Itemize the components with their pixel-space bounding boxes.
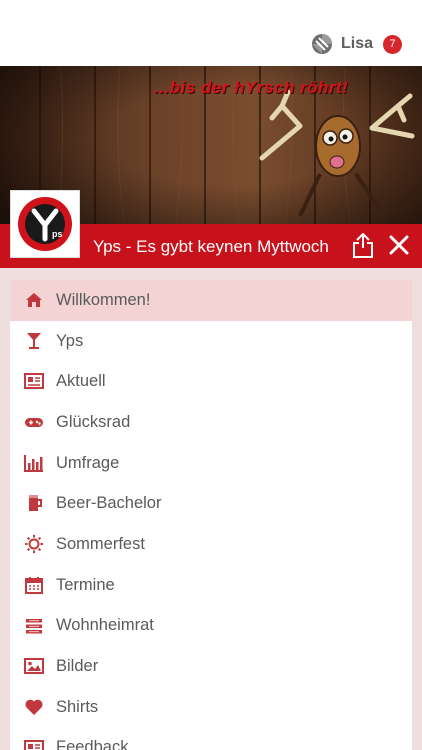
beer-icon	[29, 495, 42, 512]
notification-badge[interactable]: 7	[383, 34, 402, 54]
app-logo-icon	[311, 34, 332, 54]
list-icon	[26, 618, 42, 633]
menu-item-label: Feedback	[56, 738, 129, 750]
menu-item-willkommen[interactable]: Willkommen!	[10, 280, 412, 321]
user-name[interactable]: Lisa	[341, 35, 373, 53]
menu-item-label: Termine	[56, 575, 115, 594]
image-icon	[24, 658, 44, 675]
menu-item-gluecksrad[interactable]: Glücksrad	[10, 402, 412, 443]
heart-icon	[25, 699, 43, 715]
menu-item-label: Yps	[56, 331, 84, 350]
newspaper-icon	[24, 739, 44, 750]
menu-item-label: Beer-Bachelor	[56, 494, 162, 513]
cocktail-icon	[27, 332, 41, 349]
menu-item-label: Shirts	[56, 697, 99, 716]
menu-item-label: Sommerfest	[56, 534, 145, 553]
menu-item-bilder[interactable]: Bilder	[10, 646, 412, 687]
menu-item-sommerfest[interactable]: Sommerfest	[10, 524, 412, 565]
menu-item-shirts[interactable]: Shirts	[10, 687, 412, 728]
gamepad-icon	[25, 418, 43, 428]
menu-item-wohnheimrat[interactable]: Wohnheimrat	[10, 606, 412, 647]
menu-item-feedback[interactable]: Feedback	[10, 728, 412, 750]
banner-slogan: ...bis der hYrsch röhrt!	[154, 78, 349, 97]
menu-item-label: Wohnheimrat	[56, 616, 154, 635]
content-area: Willkommen! Yps Aktuell Glücksrad Umfrag…	[0, 268, 422, 750]
newspaper-icon	[24, 373, 44, 390]
yps-logo: ps	[10, 190, 80, 258]
logo-text: ps	[52, 229, 63, 239]
menu-item-label: Umfrage	[56, 453, 120, 472]
page-title: Yps - Es gybt keynen Myttwoch	[93, 237, 329, 256]
sun-icon	[25, 535, 43, 554]
top-bar: Lisa 7	[0, 0, 422, 66]
menu-item-aktuell[interactable]: Aktuell	[10, 361, 412, 402]
menu-item-yps[interactable]: Yps	[10, 321, 412, 362]
menu-item-label: Aktuell	[56, 372, 106, 391]
home-icon	[26, 293, 42, 307]
calendar-icon	[25, 576, 43, 594]
menu-item-label: Bilder	[56, 657, 99, 676]
share-icon[interactable]	[351, 232, 375, 258]
menu-item-label: Glücksrad	[56, 412, 131, 431]
close-icon[interactable]	[389, 235, 409, 255]
menu-item-umfrage[interactable]: Umfrage	[10, 443, 412, 484]
menu-item-termine[interactable]: Termine	[10, 565, 412, 606]
menu-item-label: Willkommen!	[56, 290, 151, 309]
user-menu[interactable]: Lisa 7	[311, 32, 402, 56]
yps-logo-icon: ps	[18, 197, 72, 251]
nav-menu: Willkommen! Yps Aktuell Glücksrad Umfrag…	[10, 280, 412, 750]
menu-item-beer-bachelor[interactable]: Beer-Bachelor	[10, 483, 412, 524]
bar-chart-icon	[24, 454, 43, 472]
